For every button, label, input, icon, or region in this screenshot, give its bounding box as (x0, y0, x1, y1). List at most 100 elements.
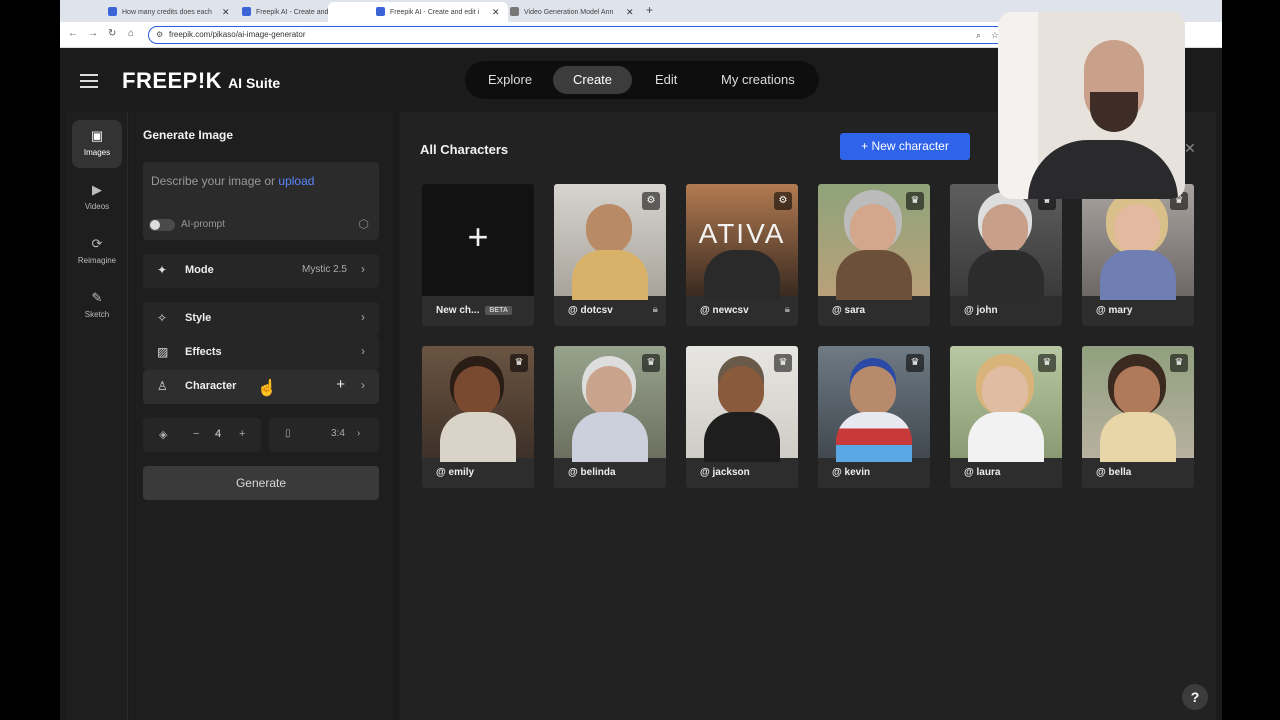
style-row[interactable]: ✧ Style › (143, 302, 379, 336)
character-portrait (1100, 412, 1176, 462)
url-text: freepik.com/pikaso/ai-image-generator (169, 30, 306, 39)
nav-edit[interactable]: Edit (635, 66, 697, 94)
character-card[interactable]: ♛ @ john (950, 184, 1062, 326)
new-character-button[interactable]: + New character (840, 133, 970, 160)
site-favicon-icon (108, 7, 117, 16)
cube-icon[interactable]: ⬡ (359, 217, 369, 231)
url-field[interactable]: ⚙ freepik.com/pikaso/ai-image-generator … (148, 26, 1008, 44)
background-sign: ATIVA (698, 218, 786, 249)
generate-panel: Generate Image Describe your image or up… (129, 112, 393, 720)
effects-row[interactable]: ▨ Effects › (143, 336, 379, 370)
presenter-beard (1090, 92, 1138, 132)
crown-icon: ♛ (1170, 354, 1188, 372)
new-tab-icon[interactable]: + (646, 3, 653, 17)
mode-row[interactable]: ✦ Mode Mystic 2.5 › (143, 254, 379, 288)
character-card[interactable]: ♛ @ emily (422, 346, 534, 488)
rail-label: Reimagine (77, 256, 117, 265)
back-icon[interactable]: ← (68, 28, 78, 39)
generate-button[interactable]: Generate (143, 466, 379, 500)
character-portrait (968, 412, 1044, 462)
character-card[interactable]: ♛ @ jackson (686, 346, 798, 488)
menu-icon[interactable] (80, 74, 98, 92)
brush-icon: ✎ (91, 290, 103, 305)
character-portrait (850, 366, 896, 416)
rail-label: Images (83, 148, 111, 157)
crown-icon: ♛ (906, 192, 924, 210)
new-character-name: New ch... BETA (436, 305, 512, 316)
reload-icon[interactable]: ↻ (108, 28, 116, 39)
ai-prompt-label: AI-prompt (181, 219, 225, 230)
rail-item-images[interactable]: ▣ Images (72, 120, 122, 168)
increment-button[interactable]: + (239, 428, 245, 440)
upload-link[interactable]: upload (278, 174, 314, 188)
character-portrait (968, 250, 1044, 300)
zoom-icon[interactable]: ⌕ (976, 27, 981, 43)
site-favicon-icon (510, 7, 519, 16)
rail-item-sketch[interactable]: ✎ Sketch (72, 282, 122, 330)
layers-icon: ◈ (159, 429, 168, 441)
character-card[interactable]: ♛ @ kevin (818, 346, 930, 488)
character-card[interactable]: ♛ @ sara (818, 184, 930, 326)
character-portrait (572, 250, 648, 300)
chevron-right-icon: › (357, 428, 361, 439)
logo-suite: AI Suite (228, 75, 281, 91)
home-icon[interactable]: ⌂ (128, 28, 134, 39)
decrement-button[interactable]: − (193, 428, 199, 440)
plus-icon: + (467, 216, 489, 257)
rail-label: Sketch (84, 310, 110, 319)
character-portrait (1114, 366, 1160, 416)
logo-wordmark: FREEP!K (122, 68, 223, 93)
add-character-icon[interactable]: + (336, 376, 345, 393)
image-count-value: 4 (215, 428, 222, 440)
close-icon[interactable]: ✕ (1184, 140, 1196, 157)
close-tab-icon[interactable]: ✕ (626, 7, 634, 18)
new-character-text: New ch... (436, 305, 480, 316)
character-name: @ mary (1096, 305, 1133, 316)
character-name: @ laura (964, 467, 1001, 478)
pointer-cursor-icon: ☝ (257, 380, 277, 397)
image-count-stepper: ◈ − 4 + (143, 418, 261, 452)
character-card[interactable]: ♛ @ bella (1082, 346, 1194, 488)
settings-icon[interactable]: ⚙ (774, 192, 792, 210)
beta-badge: BETA (485, 305, 512, 315)
sparkle-icon: ✦ (157, 263, 168, 277)
character-card[interactable]: ATIVA ⚙ @ newcsv 🔒︎ (686, 184, 798, 326)
character-card[interactable]: ♛ @ laura (950, 346, 1062, 488)
rail-item-reimagine[interactable]: ⟳ Reimagine (72, 228, 122, 276)
ai-prompt-toggle[interactable] (149, 219, 175, 231)
aspect-ratio-icon: ▯ (285, 428, 291, 439)
character-portrait (850, 204, 896, 254)
character-portrait (454, 366, 500, 416)
person-icon: ♙ (157, 379, 168, 393)
new-character-card[interactable]: + New ch... BETA (422, 184, 534, 326)
freepik-logo[interactable]: FREEP!K AI Suite (122, 68, 280, 94)
crown-icon: ♛ (906, 354, 924, 372)
prompt-input[interactable]: Describe your image or upload AI-prompt … (143, 162, 379, 240)
character-portrait (982, 366, 1028, 416)
aspect-ratio-select[interactable]: ▯ 3:4 › (269, 418, 379, 452)
nav-my-creations[interactable]: My creations (701, 66, 815, 94)
character-portrait (982, 204, 1028, 254)
lock-icon: 🔒︎ (652, 304, 658, 315)
help-button[interactable]: ? (1182, 684, 1208, 710)
forward-icon[interactable]: → (88, 28, 98, 39)
rail-item-videos[interactable]: ▶ Videos (72, 174, 122, 222)
character-card[interactable]: ⚙ @ dotcsv 🔒︎ (554, 184, 666, 326)
site-favicon-icon (242, 7, 251, 16)
refresh-icon: ⟳ (91, 236, 103, 251)
chevron-right-icon: › (361, 344, 365, 358)
character-portrait (704, 412, 780, 462)
chevron-right-icon: › (361, 310, 365, 324)
nav-create[interactable]: Create (553, 66, 633, 94)
character-portrait (572, 412, 648, 462)
character-name: @ newcsv (700, 305, 749, 316)
tool-rail: ▣ Images ▶ Videos ⟳ Reimagine ✎ Sketch (66, 112, 128, 720)
nav-explore[interactable]: Explore (468, 66, 552, 94)
character-card[interactable]: ♛ @ mary (1082, 184, 1194, 326)
browser-tab[interactable]: Video Generation Model Ann ✕ (462, 2, 642, 22)
site-info-icon[interactable]: ⚙ (156, 27, 163, 43)
effects-label: Effects (185, 346, 222, 358)
style-icon: ✧ (157, 311, 168, 325)
character-card[interactable]: ♛ @ belinda (554, 346, 666, 488)
settings-icon[interactable]: ⚙ (642, 192, 660, 210)
